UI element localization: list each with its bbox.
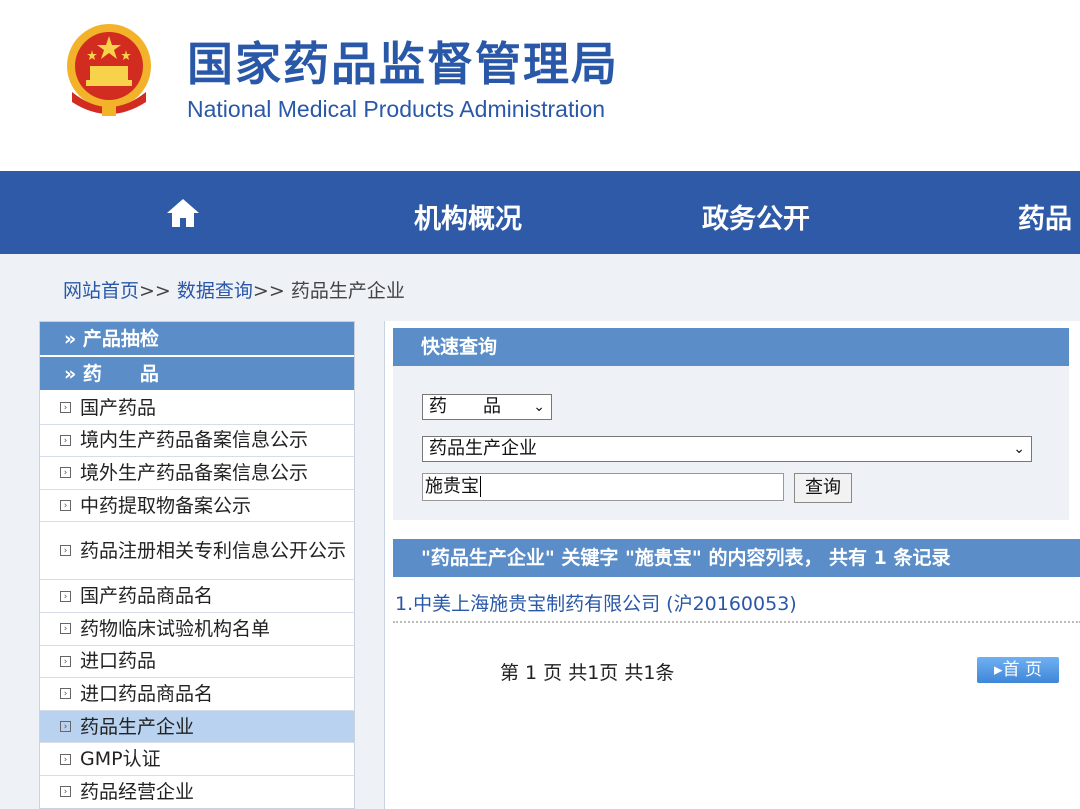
breadcrumb-current: 药品生产企业 bbox=[290, 280, 405, 302]
arrow-box-icon: › bbox=[60, 500, 71, 512]
arrow-box-icon: › bbox=[60, 688, 71, 700]
arrow-box-icon: › bbox=[60, 402, 71, 414]
result-link[interactable]: 1.中美上海施贵宝制药有限公司 (沪20160053) bbox=[395, 589, 797, 616]
breadcrumb-sep: >> bbox=[139, 280, 171, 302]
breadcrumb: 网站首页>> 数据查询>> 药品生产企业 bbox=[63, 276, 405, 303]
keyword-input[interactable]: 施贵宝 bbox=[422, 473, 784, 501]
play-arrow-icon: ▸ bbox=[994, 660, 1003, 680]
divider bbox=[393, 621, 1080, 623]
arrow-box-icon: › bbox=[60, 545, 71, 557]
arrow-box-icon: › bbox=[60, 623, 71, 635]
category-select[interactable]: 药 品 ⌄ bbox=[422, 394, 552, 420]
sidebar-item-gmp[interactable]: › GMP认证 bbox=[40, 743, 354, 776]
sidebar-header-drugs[interactable]: » 药 品 bbox=[40, 357, 354, 392]
site-title-cn: 国家药品监督管理局 bbox=[187, 37, 619, 91]
results-header: "药品生产企业" 关键字 "施贵宝" 的内容列表， 共有 1 条记录 bbox=[393, 539, 1080, 577]
arrow-box-icon: › bbox=[60, 721, 71, 733]
sidebar-item-patent-info[interactable]: › 药品注册相关专利信息公开公示 bbox=[40, 522, 354, 581]
site-title-en: National Medical Products Administration bbox=[187, 96, 606, 122]
breadcrumb-home-link[interactable]: 网站首页 bbox=[63, 280, 139, 302]
sidebar-item-tcm-extract[interactable]: › 中药提取物备案公示 bbox=[40, 490, 354, 523]
sidebar: » 产品抽检 » 药 品 › 国产药品 › 境内生产药品备案信息公示 › 境外生产药品… bbox=[39, 321, 355, 809]
chevron-down-icon: ⌄ bbox=[1013, 441, 1025, 457]
search-button[interactable]: 查询 bbox=[794, 473, 852, 503]
home-icon[interactable] bbox=[165, 197, 201, 229]
sidebar-item-imported-trade-names[interactable]: › 进口药品商品名 bbox=[40, 678, 354, 711]
pager-text: 第 1 页 共1页 共1条 bbox=[500, 662, 675, 684]
arrow-box-icon: › bbox=[60, 590, 71, 602]
arrow-box-icon: › bbox=[60, 434, 71, 446]
arrow-box-icon: › bbox=[60, 467, 71, 479]
nav-item-gov[interactable]: 政务公开 bbox=[702, 197, 810, 236]
breadcrumb-data-query-link[interactable]: 数据查询 bbox=[177, 280, 253, 302]
arrow-box-icon: › bbox=[60, 753, 71, 765]
sidebar-item-overseas-filing[interactable]: › 境外生产药品备案信息公示 bbox=[40, 457, 354, 490]
national-emblem-icon bbox=[67, 24, 151, 116]
nav-item-org[interactable]: 机构概况 bbox=[414, 197, 522, 236]
chevron-down-icon: ⌄ bbox=[533, 399, 545, 415]
quick-search-title: 快速查询 bbox=[393, 328, 1069, 366]
main-nav: 机构概况 政务公开 药品 bbox=[0, 171, 1080, 254]
site-header: 国家药品监督管理局 National Medical Products Admi… bbox=[0, 0, 1080, 171]
first-page-button[interactable]: ▸首 页 bbox=[977, 657, 1059, 683]
sidebar-item-domestic-drugs[interactable]: › 国产药品 bbox=[40, 392, 354, 425]
sidebar-item-domestic-filing[interactable]: › 境内生产药品备案信息公示 bbox=[40, 425, 354, 458]
sidebar-header-sampling[interactable]: » 产品抽检 bbox=[40, 322, 354, 357]
quick-search-panel: 药 品 ⌄ 药品生产企业 ⌄ 施贵宝 查询 bbox=[393, 366, 1069, 520]
nav-item-drug[interactable]: 药品 bbox=[1018, 197, 1072, 236]
arrow-box-icon: › bbox=[60, 655, 71, 667]
sidebar-item-distributors[interactable]: › 药品经营企业 bbox=[40, 776, 354, 808]
sidebar-item-domestic-trade-names[interactable]: › 国产药品商品名 bbox=[40, 580, 354, 613]
sidebar-item-imported-drugs[interactable]: › 进口药品 bbox=[40, 646, 354, 679]
breadcrumb-sep: >> bbox=[252, 280, 285, 302]
arrow-box-icon: › bbox=[60, 786, 71, 798]
sidebar-item-clinical-trial-institutions[interactable]: › 药物临床试验机构名单 bbox=[40, 613, 354, 646]
main-content: 快速查询 药 品 ⌄ 药品生产企业 ⌄ 施贵宝 查询 "药品生产企业" 关键字 … bbox=[384, 321, 1080, 809]
sidebar-item-manufacturers[interactable]: › 药品生产企业 bbox=[40, 710, 354, 744]
subcategory-select[interactable]: 药品生产企业 ⌄ bbox=[422, 436, 1032, 462]
